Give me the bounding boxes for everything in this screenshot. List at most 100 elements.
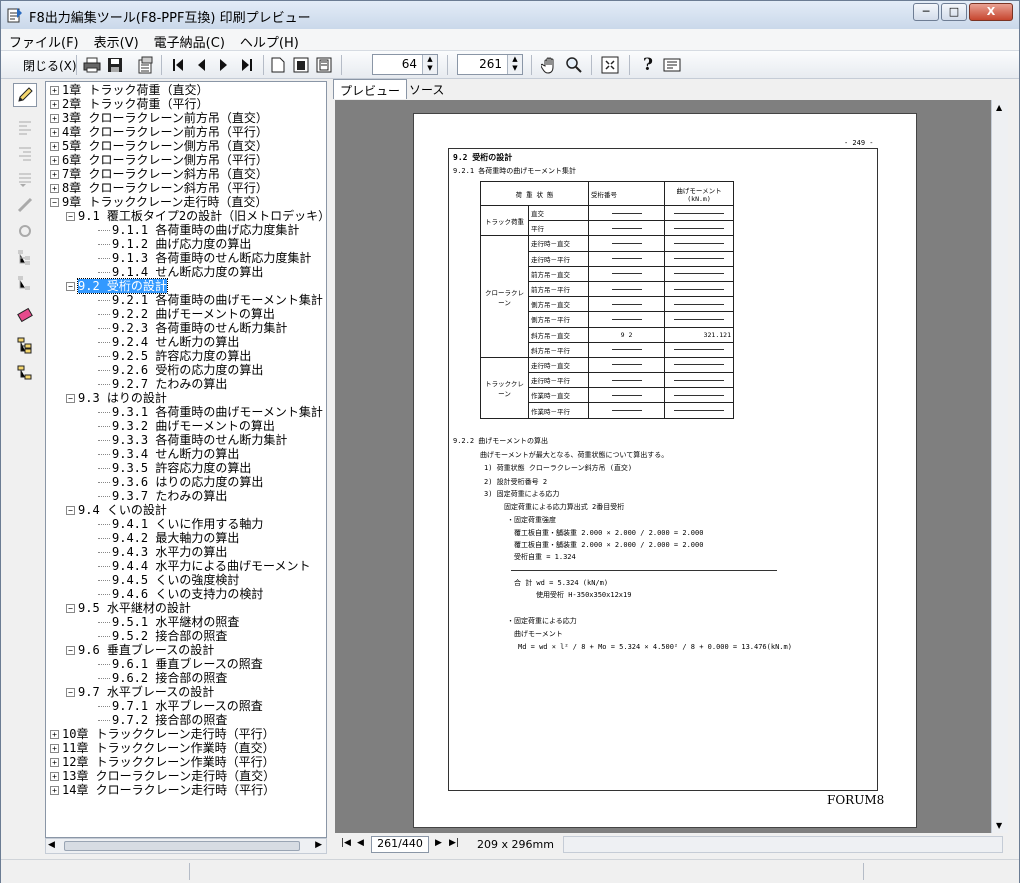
tree-item[interactable]: 9.6.1 垂直ブレースの照査	[98, 657, 263, 671]
tree-item[interactable]: −9.2 受桁の設計	[66, 278, 168, 294]
tree-item[interactable]: 9.2.3 各荷重時のせん断力集計	[98, 321, 287, 335]
close-window-button[interactable]: X	[969, 3, 1013, 21]
outline-icon[interactable]	[13, 333, 37, 357]
menu-electronic-delivery[interactable]: 電子納品(C)	[146, 29, 232, 51]
tree-item[interactable]: 9.3.2 曲げモーメントの算出	[98, 419, 275, 433]
menu-help[interactable]: ヘルプ(H)	[232, 29, 306, 51]
collapse-icon[interactable]: −	[66, 212, 75, 221]
tree-item[interactable]: −9.1 覆工板タイプ2の設計（旧メトロデッキ）	[66, 209, 326, 223]
next-page-icon[interactable]: ▶	[435, 838, 442, 848]
tree-item[interactable]: 9.2.2 曲げモーメントの算出	[98, 307, 275, 321]
tree-item[interactable]: +12章 トラッククレーン作業時（平行）	[50, 755, 275, 769]
tree-horizontal-scrollbar[interactable]: ◀ ▶	[45, 838, 327, 854]
tree-item[interactable]: 9.7.1 水平ブレースの照査	[98, 699, 263, 713]
tree-item[interactable]: 9.1.2 曲げ応力度の算出	[98, 237, 251, 251]
menu-view[interactable]: 表示(V)	[86, 29, 146, 51]
maximize-button[interactable]: □	[941, 3, 967, 21]
expand-icon[interactable]: +	[50, 786, 59, 795]
first-page-icon[interactable]: |◀	[341, 838, 351, 848]
tree-structure-icon[interactable]	[13, 245, 37, 269]
tree-item[interactable]: −9.6 垂直ブレースの設計	[66, 643, 214, 657]
magnifier-icon[interactable]	[563, 54, 585, 76]
tree-item[interactable]: −9.4 くいの設計	[66, 503, 167, 517]
single-page-icon[interactable]	[267, 54, 289, 76]
next-page-icon[interactable]	[213, 54, 235, 76]
settings-icon[interactable]	[13, 219, 37, 243]
tree-item[interactable]: +1章 トラック荷重（直交）	[50, 83, 208, 97]
collapse-icon[interactable]: −	[66, 646, 75, 655]
expand-icon[interactable]: +	[50, 772, 59, 781]
collapse-icon[interactable]: −	[66, 688, 75, 697]
tree-structure-icon[interactable]	[13, 271, 37, 295]
scroll-thumb[interactable]	[64, 841, 300, 851]
pencil-icon[interactable]	[13, 83, 37, 107]
tree-item[interactable]: +7章 クローラクレーン斜方吊（直交）	[50, 167, 268, 181]
tree-item[interactable]: +13章 クローラクレーン走行時（直交）	[50, 769, 275, 783]
align-right-icon[interactable]	[13, 141, 37, 165]
tree-item[interactable]: 9.4.1 くいに作用する軸力	[98, 517, 263, 531]
tree-item[interactable]: +10章 トラッククレーン走行時（平行）	[50, 727, 275, 741]
collapse-icon[interactable]: −	[50, 198, 59, 207]
fit-width-icon[interactable]	[313, 54, 335, 76]
zoom-spinbox[interactable]: 64 ▲ ▼	[372, 54, 438, 75]
preview-vertical-scrollbar[interactable]: ▲ ▼	[991, 100, 1008, 833]
tree-item[interactable]: −9.7 水平ブレースの設計	[66, 685, 214, 699]
refresh-icon[interactable]	[599, 54, 621, 76]
expand-icon[interactable]: +	[50, 100, 59, 109]
chapter-tree[interactable]: +1章 トラック荷重（直交） +2章 トラック荷重（平行） +3章 クローラクレーン…	[45, 81, 327, 838]
tree-item[interactable]: 9.4.6 くいの支持力の検討	[98, 587, 263, 601]
expand-icon[interactable]: +	[50, 744, 59, 753]
collapse-icon[interactable]: −	[66, 604, 75, 613]
expand-icon[interactable]: +	[50, 184, 59, 193]
expand-icon[interactable]: +	[50, 142, 59, 151]
tree-item[interactable]: 9.3.6 はりの応力度の算出	[98, 475, 263, 489]
tree-item[interactable]: +8章 クローラクレーン斜方吊（平行）	[50, 181, 268, 195]
first-page-icon[interactable]	[167, 54, 189, 76]
spin-arrows-icon[interactable]: ▲ ▼	[507, 55, 522, 74]
preview-horizontal-scrollbar[interactable]	[563, 836, 1003, 853]
previous-page-icon[interactable]: ◀	[357, 838, 364, 848]
tree-item[interactable]: +3章 クローラクレーン前方吊（直交）	[50, 111, 268, 125]
tree-item[interactable]: 9.4.2 最大軸力の算出	[98, 531, 239, 545]
scroll-left-icon[interactable]: ◀	[48, 840, 55, 850]
tree-item[interactable]: 9.2.7 たわみの算出	[98, 377, 227, 391]
last-page-icon[interactable]: ▶|	[449, 838, 459, 848]
expand-icon[interactable]: +	[50, 170, 59, 179]
tree-item[interactable]: −9.5 水平継材の設計	[66, 601, 191, 615]
tree-item[interactable]: 9.7.2 接合部の照査	[98, 713, 227, 727]
help-icon[interactable]: ?	[637, 54, 659, 76]
scroll-right-icon[interactable]: ▶	[315, 840, 322, 850]
about-icon[interactable]	[661, 54, 683, 76]
expand-icon[interactable]: +	[50, 156, 59, 165]
page-spinbox[interactable]: 261 ▲ ▼	[457, 54, 523, 75]
spin-arrows-icon[interactable]: ▲ ▼	[422, 55, 437, 74]
ruler-icon[interactable]	[13, 193, 37, 217]
expand-icon[interactable]: +	[50, 758, 59, 767]
tree-item[interactable]: 9.5.1 水平継材の照査	[98, 615, 239, 629]
expand-icon[interactable]: +	[50, 114, 59, 123]
expand-icon[interactable]: +	[50, 128, 59, 137]
tree-item[interactable]: 9.4.5 くいの強度検討	[98, 573, 239, 587]
scroll-down-icon[interactable]: ▼	[996, 821, 1002, 830]
tree-item[interactable]: 9.5.2 接合部の照査	[98, 629, 227, 643]
align-left-icon[interactable]	[13, 115, 37, 139]
outline-collapse-icon[interactable]	[13, 361, 37, 385]
tree-item[interactable]: 9.3.4 せん断力の算出	[98, 447, 239, 461]
expand-icon[interactable]: +	[50, 86, 59, 95]
hand-icon[interactable]	[539, 54, 561, 76]
menu-file[interactable]: ファイル(F)	[1, 29, 86, 51]
indent-icon[interactable]	[13, 167, 37, 191]
tree-item[interactable]: +14章 クローラクレーン走行時（平行）	[50, 783, 275, 797]
previous-page-icon[interactable]	[190, 54, 212, 76]
tree-item[interactable]: 9.3.7 たわみの算出	[98, 489, 227, 503]
tree-item[interactable]: 9.2.4 せん断力の算出	[98, 335, 239, 349]
close-preview-button[interactable]: 閉じる(X)	[23, 54, 77, 76]
tree-item[interactable]: 9.1.1 各荷重時の曲げ応力度集計	[98, 223, 299, 237]
tree-item[interactable]: 9.4.4 水平力による曲げモーメント	[98, 559, 311, 573]
tree-item[interactable]: −9章 トラッククレーン走行時（直交）	[50, 195, 267, 209]
tree-item[interactable]: 9.2.5 許容応力度の算出	[98, 349, 251, 363]
tree-item[interactable]: 9.3.5 許容応力度の算出	[98, 461, 251, 475]
tree-item[interactable]: 9.1.4 せん断応力度の算出	[98, 265, 263, 279]
tab-source[interactable]: ソース	[403, 79, 450, 99]
tree-item[interactable]: 9.3.3 各荷重時のせん断力集計	[98, 433, 287, 447]
